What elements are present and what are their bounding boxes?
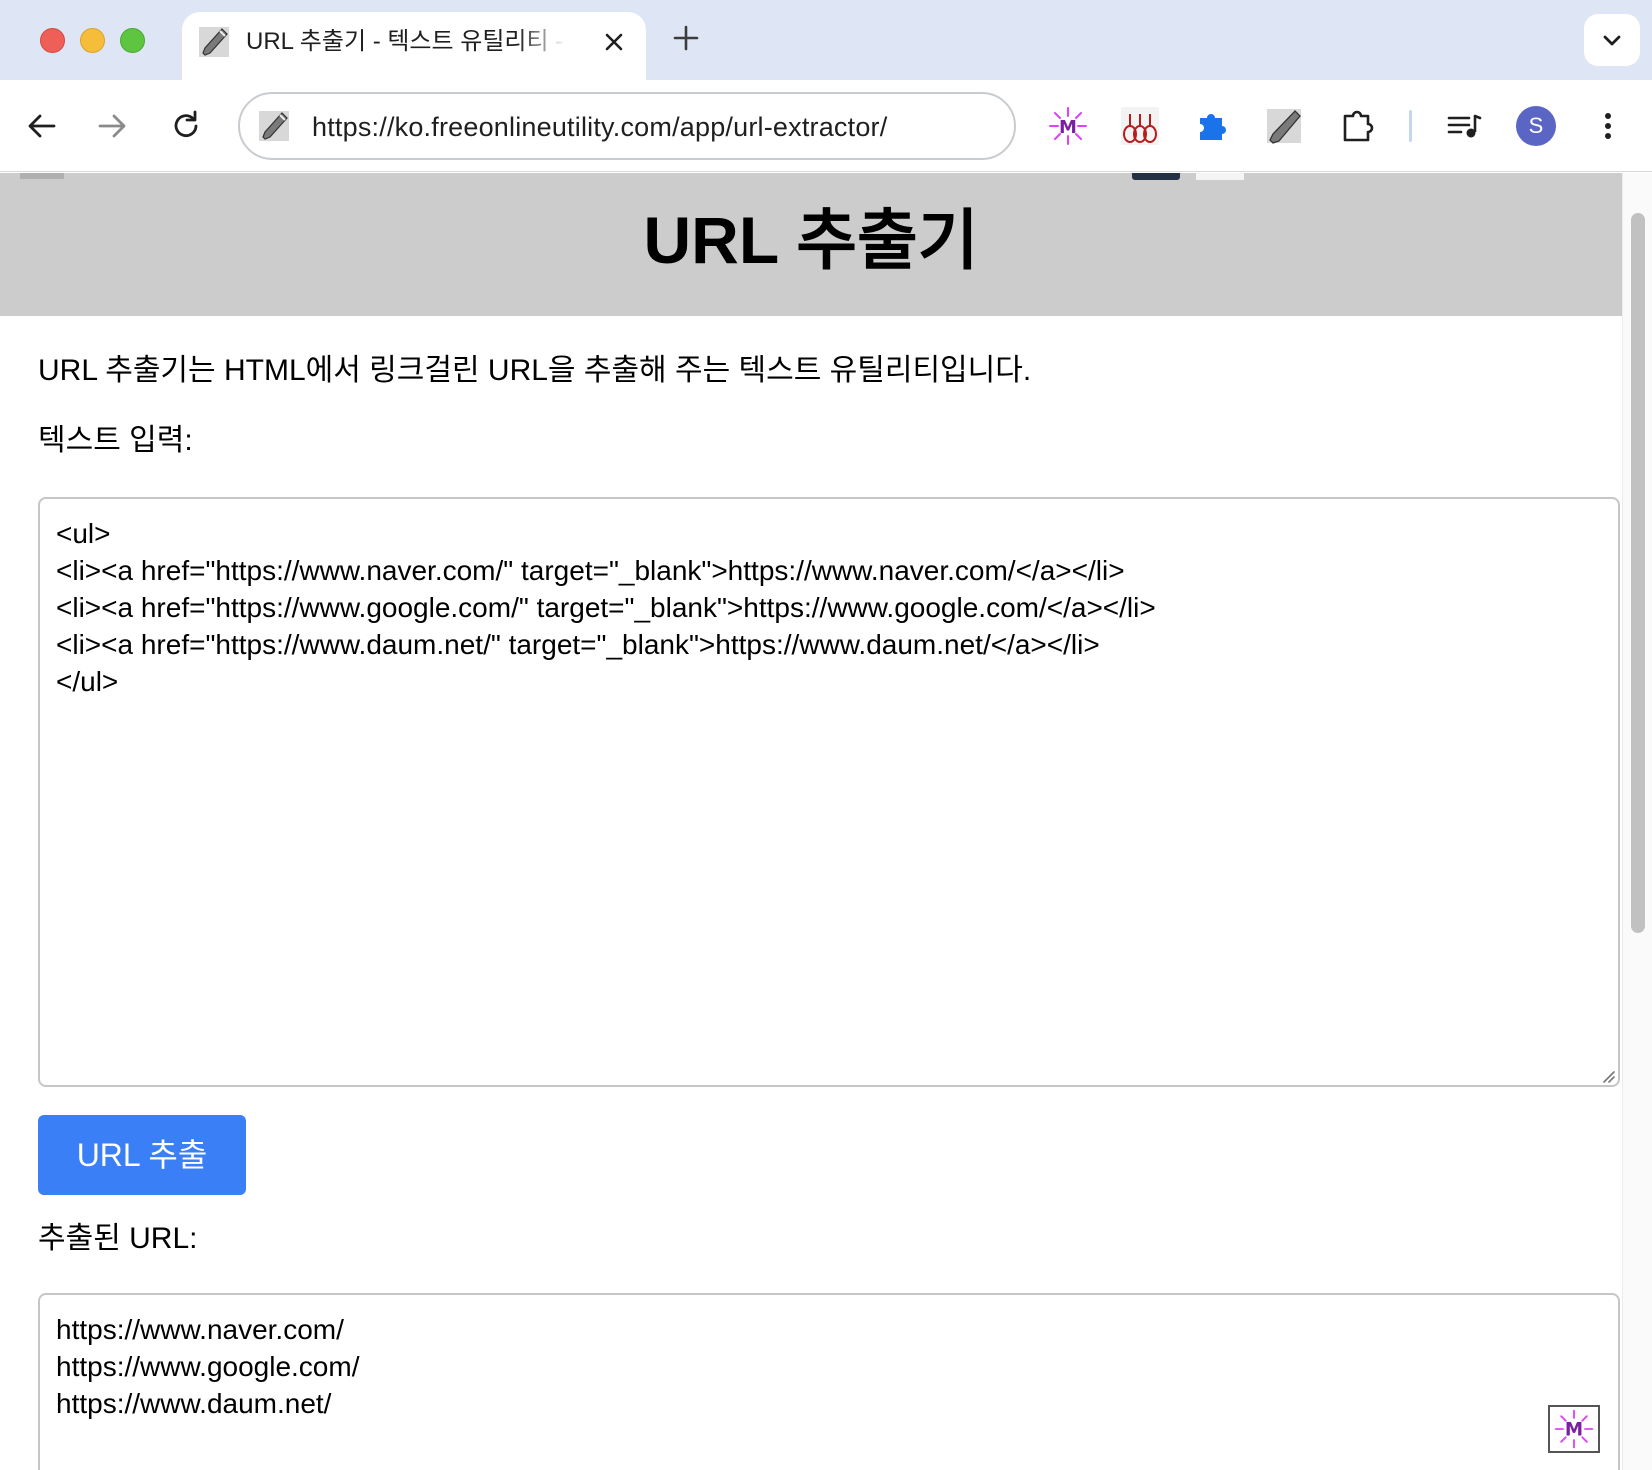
site-info-icon[interactable]: [258, 110, 290, 142]
header-logo-fragment: [20, 173, 64, 179]
close-tab-icon[interactable]: [600, 28, 628, 56]
text-input-area[interactable]: <ul> <li><a href="https://www.naver.com/…: [38, 497, 1620, 1087]
resize-grip-icon[interactable]: [1598, 1066, 1616, 1084]
active-tab[interactable]: URL 추출기 - 텍스트 유틸리티 - 무료 온라인 유틸리티: [182, 12, 646, 80]
svg-text:M: M: [1059, 117, 1077, 138]
new-tab-icon[interactable]: [670, 22, 702, 54]
tab-search-button[interactable]: [1584, 14, 1640, 66]
m-spark-floating-icon[interactable]: M: [1548, 1405, 1600, 1453]
wrench-extension-icon[interactable]: [1262, 104, 1306, 148]
media-control-icon[interactable]: [1442, 104, 1486, 148]
page-header-banner: URL 추출기: [0, 173, 1622, 316]
page-description: URL 추출기는 HTML에서 링크걸린 URL을 추출해 주는 텍스트 유틸리…: [38, 354, 1032, 387]
page-title: URL 추출기: [643, 203, 979, 277]
more-options-icon[interactable]: [1586, 104, 1630, 148]
minimize-window-button[interactable]: [80, 28, 105, 53]
reload-icon[interactable]: [166, 106, 206, 146]
tab-strip: URL 추출기 - 텍스트 유틸리티 - 무료 온라인 유틸리티: [0, 0, 1652, 80]
extensions-menu-icon[interactable]: [1336, 104, 1380, 148]
maximize-window-button[interactable]: [120, 28, 145, 53]
output-label: 추출된 URL:: [38, 1222, 198, 1255]
svg-text:M: M: [1565, 1419, 1583, 1440]
tab-title: URL 추출기 - 텍스트 유틸리티 - 무료 온라인 유틸리티: [246, 28, 566, 55]
extracted-url-output[interactable]: https://www.naver.com/ https://www.googl…: [38, 1293, 1620, 1470]
page-viewport: URL 추출기 URL 추출기는 HTML에서 링크걸린 URL을 추출해 주는…: [0, 173, 1622, 1470]
chevron-down-icon: [1603, 35, 1621, 46]
address-url: https://ko.freeonlineutility.com/app/url…: [312, 112, 888, 142]
extract-url-button[interactable]: URL 추출: [38, 1115, 246, 1195]
page-scrollbar[interactable]: [1622, 173, 1652, 1470]
scrollbar-thumb[interactable]: [1631, 213, 1645, 933]
input-label: 텍스트 입력:: [38, 424, 193, 457]
forward-arrow-icon[interactable]: [92, 106, 132, 146]
bottles-extension-icon[interactable]: [1118, 104, 1162, 148]
profile-avatar[interactable]: S: [1516, 106, 1556, 146]
m-spark-extension-icon[interactable]: M: [1046, 104, 1090, 148]
back-arrow-icon[interactable]: [22, 106, 62, 146]
puzzle-extension-icon[interactable]: [1190, 104, 1234, 148]
toolbar-divider: [1409, 110, 1412, 142]
address-bar[interactable]: https://ko.freeonlineutility.com/app/url…: [238, 92, 1016, 160]
header-nav-fragment[interactable]: [1196, 173, 1244, 180]
close-window-button[interactable]: [40, 28, 65, 53]
browser-toolbar: https://ko.freeonlineutility.com/app/url…: [0, 80, 1652, 172]
wrench-favicon-icon: [199, 27, 229, 57]
header-nav-fragment[interactable]: [1132, 173, 1180, 180]
